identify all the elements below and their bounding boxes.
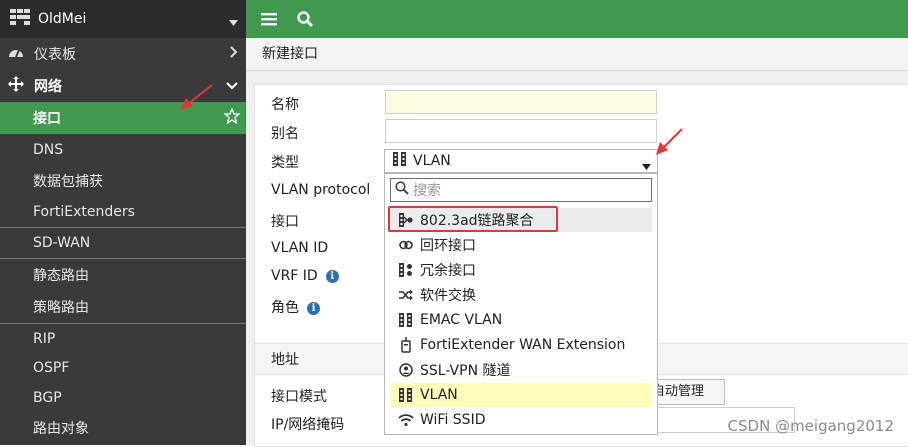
- search-icon: [395, 181, 409, 199]
- type-option-label: 回环接口: [420, 238, 476, 254]
- device-header[interactable]: OldMei: [0, 0, 246, 38]
- chevron-down-icon: [226, 78, 238, 94]
- type-option-fortiextender[interactable]: FortiExtender WAN Extension: [390, 333, 652, 357]
- vlan-protocol-label: VLAN protocol: [271, 182, 371, 198]
- info-icon[interactable]: i: [325, 270, 339, 283]
- sidebar-item-policy-routes[interactable]: 策略路由: [0, 290, 246, 323]
- addressing-mode-label: 接口模式: [271, 389, 327, 405]
- sidebar: OldMei 仪表板 网络 接口 DNS 数据包捕获 FortiExtender…: [0, 0, 246, 445]
- vlan-icon: [393, 152, 407, 170]
- vlan-icon: [398, 313, 414, 327]
- type-option-emac-vlan[interactable]: EMAC VLAN: [390, 308, 652, 332]
- sidebar-item-label: 网络: [34, 79, 62, 95]
- sidebar-item-rip[interactable]: RIP: [0, 323, 246, 353]
- search-placeholder: 搜索: [413, 183, 441, 199]
- type-option-label: 软件交换: [420, 288, 476, 304]
- loopback-icon: [398, 239, 414, 251]
- sidebar-item-label: BGP: [33, 390, 62, 406]
- sidebar-item-ospf[interactable]: OSPF: [0, 353, 246, 383]
- sidebar-item-label: 策略路由: [33, 299, 89, 316]
- search-icon[interactable]: [294, 8, 316, 30]
- interface-label: 接口: [271, 214, 299, 230]
- sidebar-item-interfaces[interactable]: 接口: [0, 102, 246, 134]
- type-option-label: 冗余接口: [420, 263, 476, 279]
- type-option-label: FortiExtender WAN Extension: [420, 337, 626, 353]
- sidebar-item-label: FortiExtenders: [33, 203, 135, 220]
- name-label: 名称: [271, 97, 299, 113]
- type-option-wifi-ssid[interactable]: WiFi SSID: [390, 408, 652, 432]
- name-input[interactable]: [385, 90, 657, 114]
- fortigate-logo-icon: [10, 9, 30, 29]
- page-title: 新建接口: [246, 38, 908, 71]
- vrf-id-row: VRF ID i: [271, 268, 339, 284]
- wifi-icon: [398, 414, 414, 426]
- sidebar-item-network[interactable]: 网络: [0, 70, 246, 102]
- type-option-vlan[interactable]: VLAN: [390, 383, 652, 407]
- vlan-icon: [398, 388, 414, 402]
- type-option-ssl-vpn[interactable]: SSL-VPN 隧道: [390, 358, 652, 382]
- sidebar-item-label: DNS: [33, 141, 64, 158]
- sidebar-item-dns[interactable]: DNS: [0, 134, 246, 165]
- address-section-title: 地址: [271, 352, 299, 368]
- type-option-label: EMAC VLAN: [420, 312, 503, 328]
- sidebar-item-fortiextenders[interactable]: FortiExtenders: [0, 196, 246, 227]
- device-name: OldMei: [38, 11, 87, 27]
- star-icon[interactable]: [223, 107, 241, 128]
- vrf-id-label: VRF ID: [271, 268, 318, 284]
- sidebar-item-label: SD-WAN: [33, 235, 91, 251]
- info-icon[interactable]: i: [307, 302, 320, 315]
- role-row: 角色 i: [271, 297, 320, 317]
- sidebar-item-sd-wan[interactable]: SD-WAN: [0, 227, 246, 258]
- hamburger-menu-icon[interactable]: [258, 8, 280, 30]
- sidebar-item-label: 数据包捕获: [33, 173, 103, 190]
- caret-down-icon: [642, 158, 651, 174]
- dashboard-icon: [8, 45, 24, 63]
- ssl-vpn-icon: [398, 363, 414, 377]
- alias-label: 别名: [271, 126, 299, 142]
- type-select-value: VLAN: [413, 153, 451, 169]
- watermark: CSDN @meigang2012: [727, 417, 894, 435]
- type-option-software-switch[interactable]: 软件交换: [390, 283, 652, 307]
- sidebar-item-label: RIP: [33, 330, 56, 347]
- type-option-label: WiFi SSID: [420, 412, 486, 428]
- sidebar-item-routing-objects[interactable]: 路由对象: [0, 413, 246, 443]
- sidebar-item-label: OSPF: [33, 360, 70, 376]
- caret-down-icon: [229, 14, 238, 30]
- sidebar-item-packet-capture[interactable]: 数据包捕获: [0, 165, 246, 196]
- sidebar-item-static-routes[interactable]: 静态路由: [0, 258, 246, 290]
- type-select[interactable]: VLAN: [384, 149, 658, 173]
- sidebar-item-label: 静态路由: [33, 267, 89, 284]
- top-bar: [246, 0, 908, 38]
- chevron-right-icon: [230, 46, 238, 62]
- type-option-redundant[interactable]: 冗余接口: [390, 258, 652, 282]
- alias-input[interactable]: [385, 119, 657, 143]
- extender-icon: [398, 337, 414, 353]
- type-option-label: SSL-VPN 隧道: [420, 363, 511, 379]
- switch-icon: [398, 289, 414, 301]
- move-arrows-icon: [8, 76, 24, 96]
- sidebar-item-dashboard[interactable]: 仪表板: [0, 38, 246, 70]
- role-label: 角色: [271, 300, 299, 316]
- sidebar-item-label: 仪表板: [34, 47, 76, 63]
- vlan-id-label: VLAN ID: [271, 240, 329, 256]
- sidebar-item-label: 路由对象: [33, 421, 89, 437]
- sidebar-item-label: 接口: [33, 111, 61, 127]
- annotation-highlight-box: [388, 206, 558, 232]
- type-option-loopback[interactable]: 回环接口: [390, 233, 652, 257]
- type-label: 类型: [271, 155, 299, 171]
- redundant-icon: [398, 263, 414, 277]
- type-search-input[interactable]: 搜索: [390, 178, 652, 202]
- sidebar-item-bgp[interactable]: BGP: [0, 383, 246, 413]
- type-option-label: VLAN: [420, 387, 458, 403]
- ip-netmask-label: IP/网络掩码: [271, 417, 345, 433]
